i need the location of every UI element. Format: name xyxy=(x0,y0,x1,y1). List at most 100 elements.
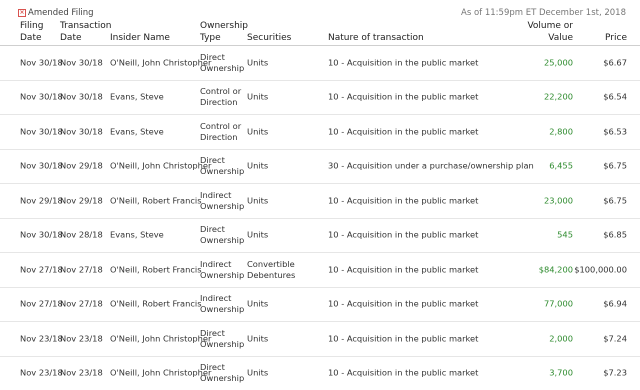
securities-cell: Units xyxy=(247,299,268,310)
header-ownership-type[interactable]: OwnershipType xyxy=(200,20,248,44)
insider-name-cell[interactable]: O'Neill, John Christopher xyxy=(110,161,211,172)
insider-name-cell[interactable]: O'Neill, John Christopher xyxy=(110,368,211,379)
header-volume[interactable]: Volume orValue xyxy=(527,20,573,44)
price-cell: $6.85 xyxy=(603,230,627,241)
nature-cell: 10 - Acquisition in the public market xyxy=(328,333,478,344)
securities-cell: Units xyxy=(247,333,268,344)
insider-name-cell[interactable]: Evans, Steve xyxy=(110,126,164,137)
header-insider-name[interactable]: Insider Name xyxy=(110,32,170,44)
header-securities[interactable]: Securities xyxy=(247,32,291,44)
filing-date-cell: Nov 30/18 xyxy=(20,230,63,241)
price-cell: $6.75 xyxy=(603,161,627,172)
insider-name-cell[interactable]: O'Neill, Robert Francis xyxy=(110,264,202,275)
volume-cell: 2,000 xyxy=(549,333,573,344)
insider-name-cell[interactable]: O'Neill, Robert Francis xyxy=(110,299,202,310)
securities-cell: Units xyxy=(247,92,268,103)
ownership-type-cell-line: Ownership xyxy=(200,270,244,280)
header-nature[interactable]: Nature of transaction xyxy=(328,32,424,44)
transaction-date-cell: Nov 23/18 xyxy=(60,333,103,344)
filing-date-cell: Nov 29/18 xyxy=(20,195,63,206)
securities-cell: Units xyxy=(247,57,268,68)
header-filing-date[interactable]: FilingDate xyxy=(20,20,43,44)
ownership-type-cell-line: Control or xyxy=(200,121,241,131)
table-row: Nov 23/18Nov 23/18 O'Neill, John Christop… xyxy=(0,321,640,356)
volume-cell: 25,000 xyxy=(544,57,573,68)
ownership-type-cell-line: Ownership xyxy=(200,304,244,314)
nature-cell: 10 - Acquisition in the public market xyxy=(328,368,478,379)
insider-name-cell[interactable]: O'Neill, John Christopher xyxy=(110,333,211,344)
securities-cell-line: Units xyxy=(247,92,268,102)
table-row: Nov 23/18Nov 23/18O'Neill, John Christop… xyxy=(0,356,640,390)
price-cell: $6.75 xyxy=(603,195,627,206)
securities-cell: Units xyxy=(247,230,268,241)
ownership-type-cell-line: Ownership xyxy=(200,235,244,245)
volume-cell: 77,000 xyxy=(544,299,573,310)
ownership-type-cell-line: Ownership xyxy=(200,166,244,176)
ownership-type-cell: DirectOwnership xyxy=(200,155,244,177)
table-row: Nov 30/18Nov 30/18Evans, SteveControl or… xyxy=(0,114,640,149)
table-header: FilingDate TransactionDate Insider Name … xyxy=(0,20,640,45)
volume-cell: 22,200 xyxy=(544,92,573,103)
transaction-date-cell: Nov 27/18 xyxy=(60,264,103,275)
securities-cell: Units xyxy=(247,126,268,137)
transaction-date-cell: Nov 27/18 xyxy=(60,299,103,310)
ownership-type-cell-line: Ownership xyxy=(200,339,244,349)
ownership-type-cell: Control orDirection xyxy=(200,86,241,108)
table-row: Nov 27/18Nov 27/18 O'Neill, Robert Franci… xyxy=(0,287,640,322)
filing-date-cell: Nov 23/18 xyxy=(20,333,63,344)
securities-cell-line: Units xyxy=(247,299,268,309)
table-row: Nov 30/18Nov 30/18O'Neill, John Christop… xyxy=(0,45,640,80)
securities-cell: Units xyxy=(247,161,268,172)
ownership-type-cell: IndirectOwnership xyxy=(200,190,244,212)
filing-date-cell: Nov 27/18 xyxy=(20,299,63,310)
ownership-type-cell-line: Indirect xyxy=(200,293,231,303)
nature-cell: 10 - Acquisition in the public market xyxy=(328,230,478,241)
securities-cell-line: Debentures xyxy=(247,270,295,280)
ownership-type-cell: DirectOwnership xyxy=(200,52,244,74)
ownership-type-cell-line: Ownership xyxy=(200,373,244,383)
volume-cell: 2,800 xyxy=(549,126,573,137)
securities-cell: Units xyxy=(247,195,268,206)
ownership-type-cell: DirectOwnership xyxy=(200,328,244,350)
ownership-type-cell-line: Direction xyxy=(200,97,237,107)
insider-name-cell[interactable]: O'Neill, John Christopher xyxy=(110,57,211,68)
header-price[interactable]: Price xyxy=(605,32,627,44)
nature-cell: 30 - Acquisition under a purchase/owners… xyxy=(328,161,534,172)
amended-flag-icon: × xyxy=(18,9,26,17)
ownership-type-cell: IndirectOwnership xyxy=(200,259,244,281)
ownership-type-cell-line: Ownership xyxy=(200,201,244,211)
table-row: Nov 29/18Nov 29/18 O'Neill, Robert Franci… xyxy=(0,183,640,218)
insider-name-cell[interactable]: Evans, Steve xyxy=(110,92,164,103)
ownership-type-cell-line: Control or xyxy=(200,86,241,96)
insider-name-cell[interactable]: O'Neill, Robert Francis xyxy=(110,195,202,206)
ownership-type-cell-line: Direction xyxy=(200,132,237,142)
securities-cell: ConvertibleDebentures xyxy=(247,259,295,281)
transaction-date-cell: Nov 29/18 xyxy=(60,161,103,172)
table-row: Nov 27/18Nov 27/18 O'Neill, Robert Franci… xyxy=(0,252,640,287)
transaction-date-cell: Nov 29/18 xyxy=(60,195,103,206)
volume-cell: 3,700 xyxy=(549,368,573,379)
securities-cell-line: Units xyxy=(247,161,268,171)
legend: × Amended Filing xyxy=(18,8,94,18)
volume-cell: 545 xyxy=(557,230,573,241)
filing-date-cell: Nov 27/18 xyxy=(20,264,63,275)
securities-cell-line: Units xyxy=(247,230,268,240)
volume-cell: $84,200 xyxy=(539,264,573,275)
table-row: Nov 30/18Nov 30/18Evans, SteveControl or… xyxy=(0,80,640,115)
ownership-type-cell: IndirectOwnership xyxy=(200,293,244,315)
volume-cell: 6,455 xyxy=(549,161,573,172)
table-row: Nov 30/18Nov 29/18O'Neill, John Christop… xyxy=(0,149,640,184)
nature-cell: 10 - Acquisition in the public market xyxy=(328,299,478,310)
ownership-type-cell-line: Indirect xyxy=(200,259,231,269)
insider-name-cell[interactable]: Evans, Steve xyxy=(110,230,164,241)
ownership-type-cell: DirectOwnership xyxy=(200,224,244,246)
header-transaction-date[interactable]: TransactionDate xyxy=(60,20,112,44)
ownership-type-cell-line: Direct xyxy=(200,155,225,165)
filing-date-cell: Nov 30/18 xyxy=(20,126,63,137)
price-cell: $7.23 xyxy=(603,368,627,379)
filing-date-cell: Nov 23/18 xyxy=(20,368,63,379)
ownership-type-cell-line: Direct xyxy=(200,362,225,372)
nature-cell: 10 - Acquisition in the public market xyxy=(328,57,478,68)
legend-label: Amended Filing xyxy=(28,8,94,18)
securities-cell-line: Units xyxy=(247,57,268,67)
